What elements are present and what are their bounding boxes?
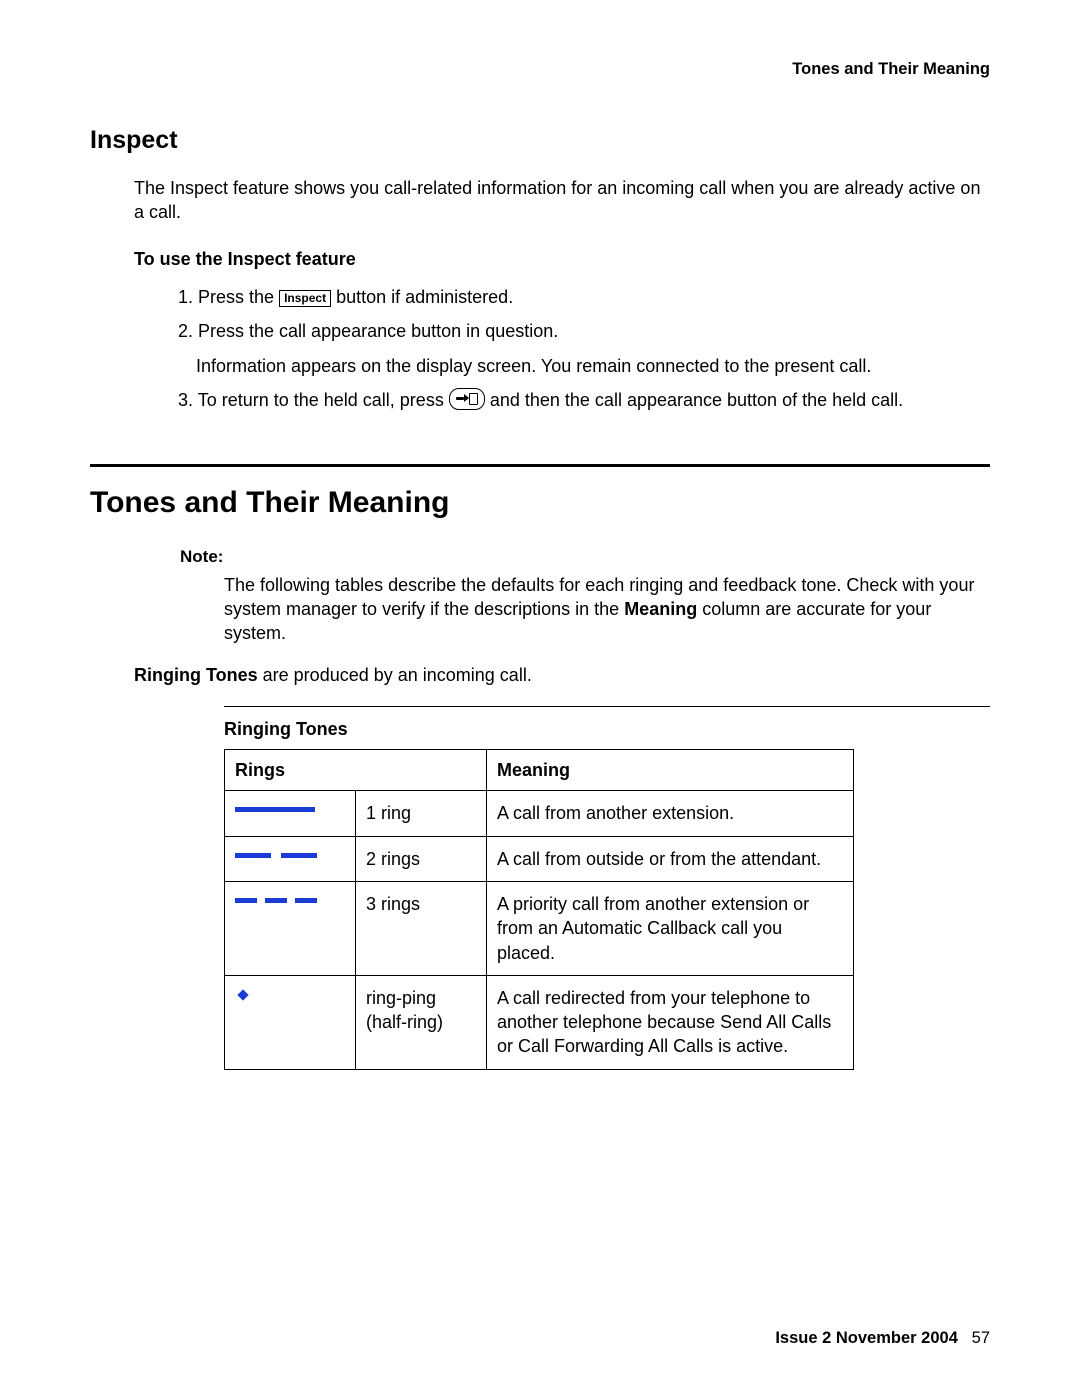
rings-cell: 3 rings bbox=[356, 881, 487, 975]
rings-cell: 2 rings bbox=[356, 836, 487, 881]
meaning-cell: A call from another extension. bbox=[487, 791, 854, 836]
ringing-intro-rest: are produced by an incoming call. bbox=[258, 665, 532, 685]
col-rings: Rings bbox=[225, 750, 487, 791]
note-bold: Meaning bbox=[624, 599, 697, 619]
ringing-tones-table: Rings Meaning 1 ring A call from another… bbox=[224, 749, 854, 1070]
section-tones-title: Tones and Their Meaning bbox=[90, 483, 990, 524]
section-inspect-title: Inspect bbox=[90, 124, 990, 158]
step-1: 1. Press the Inspect button if administe… bbox=[178, 285, 990, 309]
table-row: 3 rings A priority call from another ext… bbox=[225, 881, 854, 975]
table-row: ring-ping (half-ring) A call redirected … bbox=[225, 975, 854, 1069]
note-body: The following tables describe the defaul… bbox=[224, 573, 990, 646]
table-title: Ringing Tones bbox=[224, 717, 990, 741]
running-header: Tones and Their Meaning bbox=[90, 58, 990, 80]
ringing-intro: Ringing Tones are produced by an incomin… bbox=[134, 663, 990, 687]
page-footer: Issue 2 November 2004 57 bbox=[0, 1327, 990, 1349]
note-label: Note: bbox=[180, 546, 990, 569]
inspect-paragraph: The Inspect feature shows you call-relat… bbox=[134, 176, 990, 225]
meaning-cell: A priority call from another extension o… bbox=[487, 881, 854, 975]
ring-pattern-ping-icon bbox=[235, 992, 321, 998]
table-row: 1 ring A call from another extension. bbox=[225, 791, 854, 836]
rings-cell: 1 ring bbox=[356, 791, 487, 836]
step-1b: button if administered. bbox=[336, 287, 513, 307]
inspect-subhead: To use the Inspect feature bbox=[134, 247, 990, 271]
step-3a: 3. To return to the held call, press bbox=[178, 390, 449, 410]
hold-icon bbox=[449, 388, 485, 410]
col-meaning: Meaning bbox=[487, 750, 854, 791]
footer-page: 57 bbox=[972, 1329, 990, 1347]
meaning-cell: A call from outside or from the attendan… bbox=[487, 836, 854, 881]
table-top-rule bbox=[224, 706, 990, 707]
ring-pattern-2-icon bbox=[235, 853, 321, 859]
inspect-button-icon: Inspect bbox=[279, 290, 331, 307]
ringing-intro-bold: Ringing Tones bbox=[134, 665, 258, 685]
step-3: 3. To return to the held call, press and… bbox=[178, 388, 990, 412]
section-rule bbox=[90, 464, 990, 467]
ring-pattern-1-icon bbox=[235, 807, 321, 813]
meaning-cell: A call redirected from your telephone to… bbox=[487, 975, 854, 1069]
step-2: 2. Press the call appearance button in q… bbox=[178, 319, 990, 343]
rings-cell: ring-ping (half-ring) bbox=[356, 975, 487, 1069]
ring-pattern-3-icon bbox=[235, 898, 321, 904]
footer-issue: Issue 2 November 2004 bbox=[775, 1329, 958, 1347]
step-2-note: Information appears on the display scree… bbox=[196, 354, 990, 378]
step-3b: and then the call appearance button of t… bbox=[490, 390, 903, 410]
table-row: 2 rings A call from outside or from the … bbox=[225, 836, 854, 881]
table-header-row: Rings Meaning bbox=[225, 750, 854, 791]
step-1a: 1. Press the bbox=[178, 287, 279, 307]
